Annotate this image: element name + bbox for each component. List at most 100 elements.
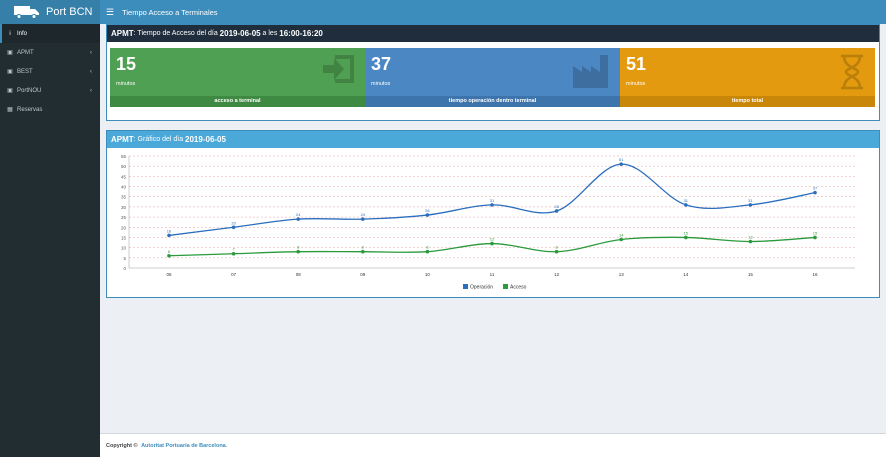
sidebar-item-label: APMT xyxy=(17,49,34,56)
truck-icon: ▣ xyxy=(7,50,13,56)
truck-icon: ▣ xyxy=(7,69,13,75)
data-label: 15 xyxy=(684,230,689,235)
org-link[interactable]: Autoritat Portuaria de Barcelona xyxy=(141,443,226,449)
data-point xyxy=(361,217,365,221)
data-point xyxy=(748,239,753,244)
menu-toggle-icon[interactable]: ☰ xyxy=(106,7,114,18)
data-point xyxy=(167,253,171,258)
logo[interactable]: Port BCN xyxy=(0,0,100,24)
hourglass-icon xyxy=(839,54,865,95)
sidebar-item-label: BEST xyxy=(17,68,33,75)
data-label: 24 xyxy=(361,212,366,217)
data-label: 8 xyxy=(555,245,558,250)
app-name: Port BCN xyxy=(46,6,93,18)
data-label: 7 xyxy=(232,247,235,252)
x-tick-label: 16 xyxy=(812,272,818,277)
sidebar-menu: i Info ▣ APMT ‹ ▣ BEST ‹ ▣ PortNOU ‹ ▦ Reservas xyxy=(0,24,100,119)
stat-unit: minutos xyxy=(116,81,136,87)
calendar-icon: ▦ xyxy=(7,107,13,113)
data-point xyxy=(813,235,817,240)
data-label: 8 xyxy=(297,245,300,250)
data-label: 20 xyxy=(231,220,236,225)
data-point xyxy=(231,225,236,230)
data-point xyxy=(813,190,817,195)
sidebar-item-label: Info xyxy=(17,30,28,37)
data-point xyxy=(619,237,623,242)
sidebar-item-info[interactable]: i Info xyxy=(0,24,100,43)
legend-swatch xyxy=(463,284,468,289)
data-label: 8 xyxy=(426,245,429,250)
y-tick-label: 25 xyxy=(121,215,127,220)
legend-label: Acceso xyxy=(510,285,527,291)
data-point xyxy=(748,203,753,207)
chart-box: APMT: Gráfico del día 2019-06-05 0 5 10 15 2… xyxy=(106,130,880,298)
chart-header: APMT: Gráfico del día 2019-06-05 xyxy=(107,131,879,148)
x-tick-label: 10 xyxy=(425,272,431,277)
sidebar-item-reservas[interactable]: ▦ Reservas xyxy=(0,100,100,119)
sidebar-item-best[interactable]: ▣ BEST ‹ xyxy=(0,62,100,81)
data-label: 15 xyxy=(813,230,818,235)
copyright-text: Copyright © xyxy=(106,442,140,449)
summary-header: APMT: Tiempo de Acceso del día 2019-06-0… xyxy=(107,25,879,42)
main-content: APMT: Tiempo de Acceso del día 2019-06-0… xyxy=(100,24,886,433)
data-point xyxy=(554,249,559,254)
x-tick-label: 12 xyxy=(554,272,560,277)
x-tick-label: 11 xyxy=(490,272,495,277)
stat-tile: 15 minutos acceso a terminal xyxy=(110,48,365,107)
topbar: ☰ Tiempo Acceso a Terminales xyxy=(100,0,886,24)
x-tick-label: 15 xyxy=(748,272,754,277)
data-point xyxy=(296,249,300,254)
data-point xyxy=(619,162,623,166)
stat-value: 15 xyxy=(116,54,137,74)
data-label: 37 xyxy=(813,186,818,191)
y-tick-label: 10 xyxy=(121,246,127,251)
data-point xyxy=(684,235,688,240)
stat-label: acceso a terminal xyxy=(110,96,365,107)
chart-terminal: APMT xyxy=(111,135,134,144)
summary-header-text: : Tiempo de Acceso del día xyxy=(133,30,220,37)
stat-unit: minutos xyxy=(371,81,391,87)
legend-swatch xyxy=(503,284,508,289)
y-tick-label: 5 xyxy=(123,256,126,261)
data-point xyxy=(167,233,171,238)
chevron-left-icon: ‹ xyxy=(90,87,92,94)
legend-label: Operación xyxy=(470,285,493,291)
truck-icon: ▣ xyxy=(7,88,13,94)
data-point xyxy=(361,249,365,254)
y-tick-label: 45 xyxy=(121,174,127,179)
summary-box: APMT: Tiempo de Acceso del día 2019-06-0… xyxy=(106,24,880,121)
stat-label: tiempo total xyxy=(620,96,875,107)
stat-value: 51 xyxy=(626,54,647,74)
sidebar-item-apmt[interactable]: ▣ APMT ‹ xyxy=(0,43,100,62)
data-label: 26 xyxy=(425,208,430,213)
sidebar-item-label: Reservas xyxy=(17,106,43,113)
y-tick-label: 30 xyxy=(121,205,127,210)
data-label: 51 xyxy=(619,157,624,162)
data-label: 6 xyxy=(168,249,171,254)
chevron-left-icon: ‹ xyxy=(90,68,92,75)
y-tick-label: 55 xyxy=(121,154,127,159)
data-label: 14 xyxy=(619,232,624,237)
footer: Copyright © Autoritat Portuaria de Barce… xyxy=(100,433,886,457)
factory-icon xyxy=(572,54,610,93)
data-label: 31 xyxy=(490,198,495,203)
y-tick-label: 40 xyxy=(121,185,127,190)
sidebar-item-portnou[interactable]: ▣ PortNOU ‹ xyxy=(0,81,100,100)
summary-date: 2019-06-05 xyxy=(219,29,261,38)
data-label: 24 xyxy=(296,212,301,217)
data-point xyxy=(425,213,430,217)
summary-terminal: APMT xyxy=(111,29,134,38)
x-tick-label: 07 xyxy=(231,272,237,277)
data-label: 16 xyxy=(167,228,172,233)
info-icon: i xyxy=(9,30,11,37)
data-point xyxy=(296,217,300,221)
stat-tile: 37 minutos tiempo operación dentro termina… xyxy=(365,48,620,107)
stat-unit: minutos xyxy=(626,81,646,87)
data-label: 28 xyxy=(554,204,559,209)
data-label: 12 xyxy=(490,237,495,242)
data-point xyxy=(231,251,236,256)
x-tick-label: 13 xyxy=(619,272,625,277)
chevron-left-icon: ‹ xyxy=(90,49,92,56)
data-point xyxy=(490,241,494,246)
stat-value: 37 xyxy=(371,54,392,74)
